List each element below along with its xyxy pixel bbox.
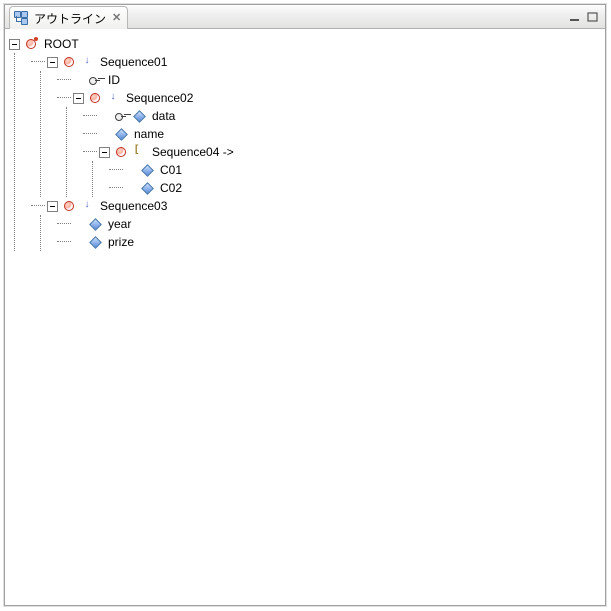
maximize-button[interactable] [585, 10, 601, 24]
key-icon [88, 73, 102, 87]
node-label: data [150, 109, 175, 123]
tree-node-sequence02: Sequence02 data [61, 89, 601, 197]
diamond-icon [140, 163, 154, 177]
diamond-icon [88, 235, 102, 249]
tree-row[interactable]: year [61, 215, 601, 233]
tree-row[interactable]: ID [61, 71, 601, 89]
tree-row[interactable]: Sequence01 [35, 53, 601, 71]
diamond-icon [140, 181, 154, 195]
tree-node-sequence03: Sequence03 year [35, 197, 601, 251]
expander-icon[interactable] [99, 147, 110, 158]
tab-title: アウトライン [32, 10, 106, 27]
arrow-down-icon [80, 55, 94, 69]
tab-outline[interactable]: アウトライン ✕ [9, 6, 128, 29]
expander-icon[interactable] [47, 201, 58, 212]
bracket-icon [132, 145, 146, 159]
tree-node-c01: C01 [113, 161, 601, 179]
node-label: year [106, 217, 131, 231]
tree-row[interactable]: data [87, 107, 601, 125]
tree-node-data: data [87, 107, 601, 125]
tree-node-root: ROOT Sequence01 [9, 35, 601, 251]
expander-icon[interactable] [47, 57, 58, 68]
tree-row[interactable]: ROOT [9, 35, 601, 53]
node-label: prize [106, 235, 134, 249]
node-label: Sequence02 [124, 91, 193, 105]
tree-node-sequence04: Sequence04 -> C01 [87, 143, 601, 197]
node-label: C01 [158, 163, 182, 177]
root-icon [24, 37, 38, 51]
tree-row[interactable]: Sequence02 [61, 89, 601, 107]
tree-node-c02: C02 [113, 179, 601, 197]
tree-node-year: year [61, 215, 601, 233]
expander-icon[interactable] [9, 39, 20, 50]
sequence-icon [114, 145, 128, 159]
tree-row[interactable]: C01 [113, 161, 601, 179]
outline-icon [14, 11, 28, 25]
node-label: Sequence01 [98, 55, 167, 69]
outline-panel: アウトライン ✕ ROOT [4, 4, 606, 606]
tree-node-sequence01: Sequence01 ID [35, 53, 601, 197]
tree-node-name: name [87, 125, 601, 143]
node-label: Sequence04 -> [150, 145, 234, 159]
tree-row[interactable]: C02 [113, 179, 601, 197]
node-label: Sequence03 [98, 199, 167, 213]
sequence-icon [62, 55, 76, 69]
tree-view[interactable]: ROOT Sequence01 [5, 29, 605, 605]
close-icon[interactable]: ✕ [112, 13, 121, 24]
arrow-down-icon [106, 91, 120, 105]
diamond-icon [114, 127, 128, 141]
node-label: ROOT [42, 37, 79, 51]
expander-icon[interactable] [73, 93, 84, 104]
sequence-icon [88, 91, 102, 105]
node-label: ID [106, 73, 120, 87]
tree-row[interactable]: name [87, 125, 601, 143]
diamond-icon [88, 217, 102, 231]
sequence-icon [62, 199, 76, 213]
tree-row[interactable]: Sequence04 -> [87, 143, 601, 161]
tree-row[interactable]: prize [61, 233, 601, 251]
tab-bar: アウトライン ✕ [5, 5, 605, 29]
key-icon [114, 109, 128, 123]
node-label: name [132, 127, 164, 141]
tree-node-id: ID [61, 71, 601, 89]
node-label: C02 [158, 181, 182, 195]
tree-row[interactable]: Sequence03 [35, 197, 601, 215]
diamond-icon [132, 109, 146, 123]
arrow-down-icon [80, 199, 94, 213]
tree-node-prize: prize [61, 233, 601, 251]
minimize-button[interactable] [567, 10, 583, 24]
